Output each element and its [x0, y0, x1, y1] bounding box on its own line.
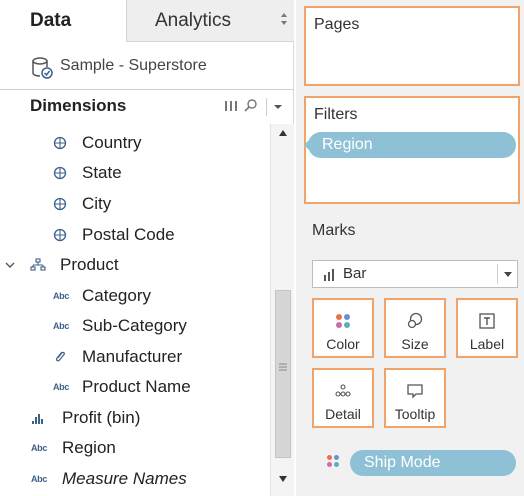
label-button-label: Label: [469, 336, 505, 352]
field-label: Manufacturer: [82, 347, 183, 366]
dimensions-header: Dimensions: [0, 90, 294, 122]
header-divider: [266, 98, 267, 116]
abc-icon: Abc: [52, 321, 70, 331]
scrollbar-thumb[interactable]: [275, 290, 291, 458]
field-label: Postal Code: [82, 225, 175, 244]
scroll-down-arrow-icon[interactable]: [277, 474, 289, 484]
tab-analytics-label: Analytics: [155, 10, 232, 31]
datasource-cylinder-icon: [32, 57, 53, 79]
list-item[interactable]: Abc Category: [0, 281, 270, 311]
field-label: Region: [62, 438, 116, 457]
tooltip-bubble-icon: [407, 384, 423, 399]
ship-mode-pill-label: Ship Mode: [364, 454, 441, 471]
vertical-scrollbar[interactable]: [270, 124, 294, 496]
tab-analytics[interactable]: Analytics: [126, 0, 294, 42]
field-label: State: [82, 163, 122, 182]
list-item[interactable]: Profit (bin): [0, 403, 270, 433]
paperclip-icon: [55, 351, 65, 362]
marks-title: Marks: [312, 222, 356, 239]
size-button-label: Size: [401, 336, 429, 352]
abc-icon: Abc: [52, 291, 70, 301]
field-label: Country: [82, 133, 142, 152]
bar-chart-icon: [324, 269, 334, 281]
color-dots-icon: [336, 314, 350, 328]
tab-data-label: Data: [30, 10, 72, 31]
list-item[interactable]: Country: [0, 128, 270, 158]
field-label: Sub-Category: [82, 316, 187, 335]
abc-icon: Abc: [30, 443, 48, 453]
field-label: Product Name: [82, 377, 191, 396]
color-button-label: Color: [326, 336, 360, 352]
mark-type-label: Bar: [343, 265, 367, 282]
globe-icon: [53, 197, 67, 211]
field-label: Product: [60, 255, 119, 274]
list-item[interactable]: City: [0, 189, 270, 219]
updown-arrows-icon[interactable]: [280, 12, 288, 26]
shelves-pane: Pages Filters Region Marks Bar Color Siz…: [296, 0, 524, 496]
color-dots-icon: [327, 455, 339, 467]
list-item[interactable]: Abc Measure Names: [0, 464, 270, 494]
datasource-row[interactable]: Sample - Superstore: [0, 42, 294, 90]
abc-icon: Abc: [52, 382, 70, 392]
filters-title: Filters: [314, 106, 358, 123]
pages-title: Pages: [314, 16, 360, 33]
list-item[interactable]: State: [0, 158, 270, 188]
tab-data[interactable]: Data: [0, 0, 126, 42]
field-label: City: [82, 194, 112, 213]
region-filter-pill[interactable]: Region: [304, 132, 516, 158]
chevron-down-icon[interactable]: [272, 102, 284, 112]
bin-histogram-icon: [32, 414, 43, 424]
list-item[interactable]: Abc Product Name: [0, 372, 270, 402]
field-label: Measure Names: [62, 469, 187, 488]
color-button[interactable]: Color: [312, 298, 374, 358]
search-icon[interactable]: [244, 98, 258, 112]
hierarchy-icon: [30, 258, 46, 271]
text-label-icon: [479, 313, 495, 329]
globe-icon: [53, 166, 67, 180]
chevron-down-icon[interactable]: [503, 270, 513, 278]
list-item[interactable]: Abc Region: [0, 433, 270, 463]
abc-icon: Abc: [30, 474, 48, 484]
detail-button[interactable]: Detail: [312, 368, 374, 428]
field-label: Category: [82, 286, 151, 305]
data-pane: Data Analytics Sample - Superstore Dimen…: [0, 0, 294, 496]
detail-button-label: Detail: [325, 406, 361, 422]
pill-nub: [304, 140, 309, 150]
detail-dots-icon: [335, 384, 351, 397]
globe-icon: [53, 228, 67, 242]
pages-shelf[interactable]: Pages: [304, 6, 520, 86]
label-button[interactable]: Label: [456, 298, 518, 358]
list-item[interactable]: Product: [0, 250, 270, 280]
mark-type-dropdown[interactable]: Bar: [312, 260, 518, 288]
region-filter-pill-label: Region: [322, 136, 373, 153]
filters-shelf[interactable]: Filters Region: [304, 96, 520, 204]
tooltip-button-label: Tooltip: [394, 406, 436, 422]
list-item[interactable]: Abc Sub-Category: [0, 311, 270, 341]
list-item[interactable]: Postal Code: [0, 220, 270, 250]
tooltip-button[interactable]: Tooltip: [384, 368, 446, 428]
dimensions-title: Dimensions: [30, 96, 127, 115]
scroll-grip-icon: [279, 363, 287, 371]
globe-icon: [53, 136, 67, 150]
datasource-name: Sample - Superstore: [60, 57, 207, 74]
chevron-down-icon[interactable]: [4, 257, 16, 273]
scroll-up-arrow-icon[interactable]: [277, 128, 289, 138]
size-icon: [407, 312, 423, 329]
size-button[interactable]: Size: [384, 298, 446, 358]
dimensions-list: Country State City Postal Code Product A…: [0, 124, 270, 496]
dropdown-divider: [497, 264, 498, 284]
list-item[interactable]: Manufacturer: [0, 342, 270, 372]
view-columns-icon[interactable]: [224, 100, 238, 112]
field-label: Profit (bin): [62, 408, 141, 427]
ship-mode-color-pill[interactable]: Ship Mode: [350, 450, 516, 476]
pane-tabs: Data Analytics: [0, 0, 294, 42]
